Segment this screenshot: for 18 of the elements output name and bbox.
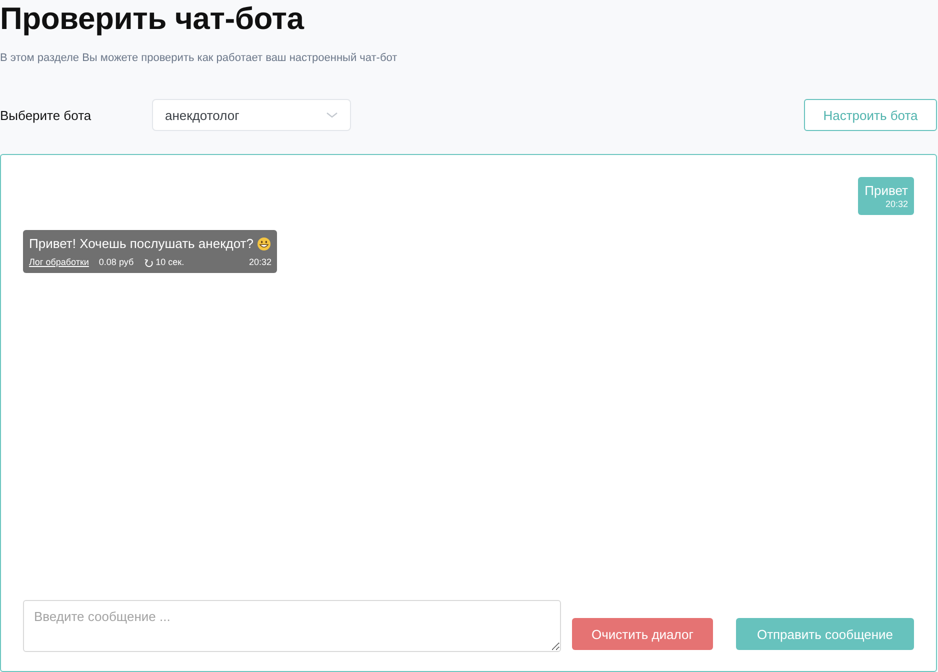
- message-input-field[interactable]: Введите сообщение ...: [23, 600, 561, 652]
- message-time: 20:32: [885, 199, 908, 210]
- configure-bot-button[interactable]: Настроить бота: [804, 99, 937, 131]
- page-subtitle: В этом разделе Вы можете проверить как работает ваш настроенный чат-бот: [0, 51, 398, 65]
- clear-dialog-button[interactable]: Очистить диалог: [572, 618, 713, 650]
- message-text: Привет: [864, 183, 908, 199]
- message-cost: 0.08 руб: [98, 257, 134, 268]
- processing-log-link[interactable]: Лог обработки: [29, 257, 89, 268]
- chevron-down-icon: [326, 112, 338, 118]
- refresh-icon: [144, 258, 153, 267]
- bot-select[interactable]: анекдотолог: [152, 99, 351, 131]
- message-time: 20:32: [248, 257, 272, 268]
- message-text: Привет! Хочешь послушать анекдот?: [29, 236, 254, 252]
- page-title: Проверить чат-бота: [0, 0, 304, 38]
- send-message-button[interactable]: Отправить сообщение: [736, 618, 914, 650]
- response-duration: 10 сек.: [156, 257, 184, 268]
- bot-select-label: Выберите бота: [0, 108, 92, 122]
- grinning-face-icon: [257, 237, 272, 251]
